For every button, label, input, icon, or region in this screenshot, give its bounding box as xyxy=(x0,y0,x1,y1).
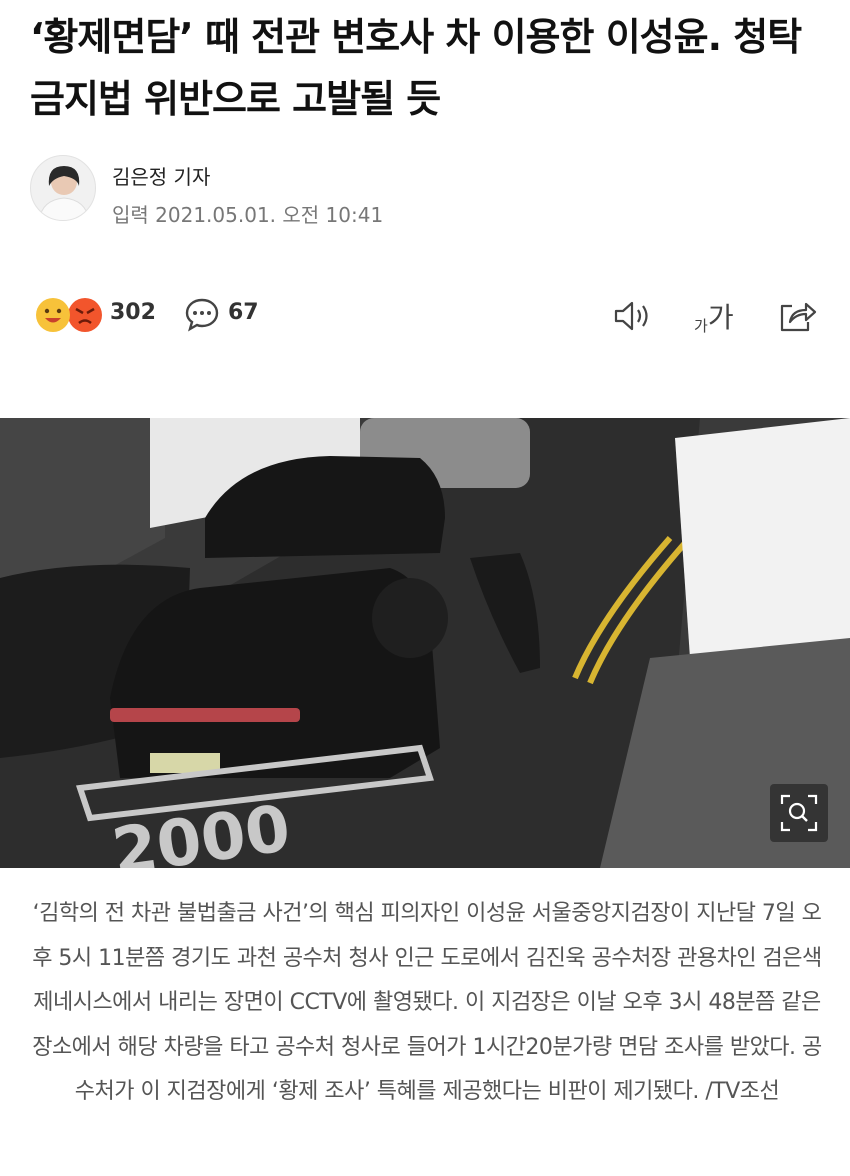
comment-count: 67 xyxy=(228,300,259,325)
share-icon[interactable] xyxy=(778,298,818,338)
article-action-bar: 302 67 가가 xyxy=(30,292,820,342)
speaker-icon[interactable] xyxy=(612,298,656,338)
angry-emoji-icon xyxy=(68,298,102,332)
photo-caption: ‘김학의 전 차관 불법출금 사건’의 핵심 피의자인 이성윤 서울중앙지검장이… xyxy=(32,901,822,1104)
reaction-count: 302 xyxy=(110,300,156,325)
cctv-scene-image: 2000 xyxy=(0,418,850,868)
reporter-avatar[interactable] xyxy=(30,155,96,221)
article-photo[interactable]: 2000 xyxy=(0,418,850,868)
font-size-large-label: 가 xyxy=(707,301,734,334)
font-size-icon[interactable]: 가가 xyxy=(694,296,734,336)
zoom-button[interactable] xyxy=(770,784,828,842)
comment-icon[interactable] xyxy=(184,296,220,336)
zoom-icon xyxy=(780,794,818,832)
article-headline: ‘황제면담’ 때 전관 변호사 차 이용한 이성윤. 청탁금지법 위반으로 고발… xyxy=(30,15,802,121)
smile-emoji-icon xyxy=(36,298,70,332)
reporter-name[interactable]: 김은정 기자 xyxy=(112,161,210,190)
publish-date: 입력 2021.05.01. 오전 10:41 xyxy=(112,203,384,227)
font-size-small-label: 가 xyxy=(694,317,708,335)
byline: 김은정 기자 입력 2021.05.01. 오전 10:41 xyxy=(30,155,820,227)
reaction-button[interactable] xyxy=(34,298,104,334)
